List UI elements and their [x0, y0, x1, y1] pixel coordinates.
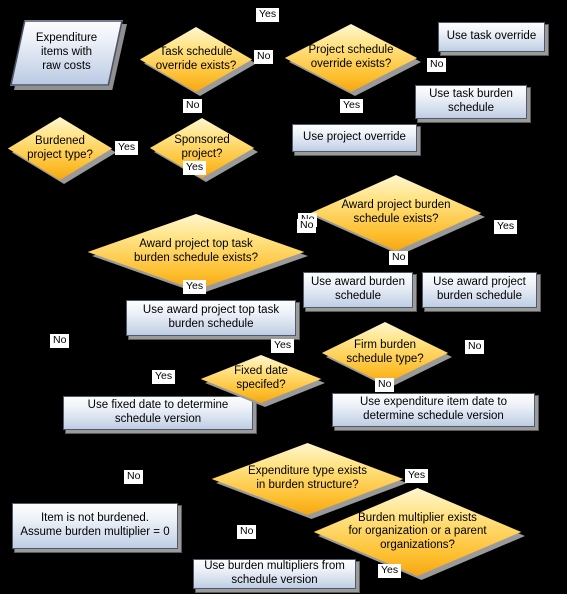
edge-label-task-override-no-right: No — [254, 50, 274, 64]
edge-label-exp-type-no: No — [124, 470, 144, 484]
node-use-award-project-top-task-burden-schedule: Use award project top task burden schedu… — [126, 300, 296, 336]
node-label: Firm burden schedule type? — [346, 339, 424, 365]
edge-label-sponsored-yes: Yes — [183, 161, 207, 175]
node-use-task-override: Use task override — [438, 22, 545, 52]
node-use-award-project-burden-schedule: Use award project burden schedule — [422, 272, 537, 308]
node-award-project-burden-schedule-exists: Award project burden schedule exists? — [310, 175, 485, 255]
node-label: Task schedule override exists? — [155, 45, 237, 72]
edge-label-task-override-no-down: No — [183, 99, 203, 113]
edge-label-firm-burden-no-down: No — [375, 378, 395, 392]
node-project-schedule-override-exists: Project schedule override exists? — [284, 24, 421, 96]
node-use-project-override: Use project override — [292, 124, 417, 152]
node-label: Use fixed date to determine schedule ver… — [87, 399, 229, 425]
edge-label-award-top-task-no: No — [297, 219, 317, 233]
edge-label-award-project-burden-no2: No — [389, 251, 409, 265]
node-expenditure-items-with-raw-costs: Expenditure items with raw costs — [10, 20, 127, 90]
node-label: Use expenditure item date to determine s… — [359, 396, 508, 422]
node-label: Award project burden schedule exists? — [341, 199, 451, 225]
node-label: Use award project top task burden schedu… — [142, 304, 280, 330]
node-label: Use award project burden schedule — [433, 276, 526, 302]
node-label: Use task burden schedule — [429, 88, 513, 114]
node-label: Item is not burdened. Assume burden mult… — [20, 512, 170, 538]
start-node-label: Expenditure items with raw costs — [35, 32, 98, 72]
node-label: Burden multiplier exists for organizatio… — [348, 511, 487, 551]
edge-label-award-top-task-yes: Yes — [183, 280, 207, 294]
node-use-award-burden-schedule: Use award burden schedule — [303, 272, 413, 308]
edge-label-exp-type-yes: Yes — [405, 469, 429, 483]
node-firm-burden-schedule-type: Firm burden schedule type? — [321, 322, 452, 388]
edge-label-multiplier-yes: Yes — [378, 564, 402, 578]
edge-label-fixed-date-yes: Yes — [152, 370, 176, 384]
node-label: Use award burden schedule — [311, 276, 405, 302]
node-fixed-date-specified: Fixed date specifed? — [200, 355, 325, 407]
node-item-is-not-burdened: Item is not burdened. Assume burden mult… — [12, 503, 178, 549]
node-label: Use project override — [303, 131, 406, 144]
node-task-schedule-override-exists: Task schedule override exists? — [139, 27, 256, 96]
node-label: Project schedule override exists? — [308, 44, 394, 70]
node-label: Burdened project type? — [27, 134, 93, 161]
node-use-expenditure-item-date-to-determine-schedule-version: Use expenditure item date to determine s… — [332, 393, 535, 427]
flowchart-canvas: Expenditure items with raw costs Task sc… — [0, 0, 567, 594]
node-burdened-project-type: Burdened project type? — [7, 117, 116, 184]
edge-label-project-override-no: No — [427, 58, 447, 72]
edge-label-multiplier-no: No — [237, 525, 257, 539]
edge-label-burdened-no: No — [50, 334, 70, 348]
node-label: Award project top task burden schedule e… — [133, 238, 259, 264]
edge-label-burdened-yes: Yes — [115, 141, 139, 155]
node-burden-multiplier-exists-for-organization: Burden multiplier exists for organizatio… — [313, 488, 525, 580]
edge-label-firm-burden-no-right: No — [465, 340, 485, 354]
node-award-project-top-task-burden-schedule-exists: Award project top task burden schedule e… — [87, 214, 308, 294]
node-label: Fixed date specifed? — [234, 365, 288, 391]
edge-label-project-override-yes: Yes — [340, 99, 364, 113]
edge-label-award-project-burden-yes: Yes — [494, 220, 518, 234]
node-label: Use task override — [446, 30, 537, 43]
edge-label-task-override-yes: Yes — [256, 8, 280, 22]
edge-label-firm-burden-yes: Yes — [271, 339, 295, 353]
node-use-task-burden-schedule: Use task burden schedule — [415, 85, 527, 119]
